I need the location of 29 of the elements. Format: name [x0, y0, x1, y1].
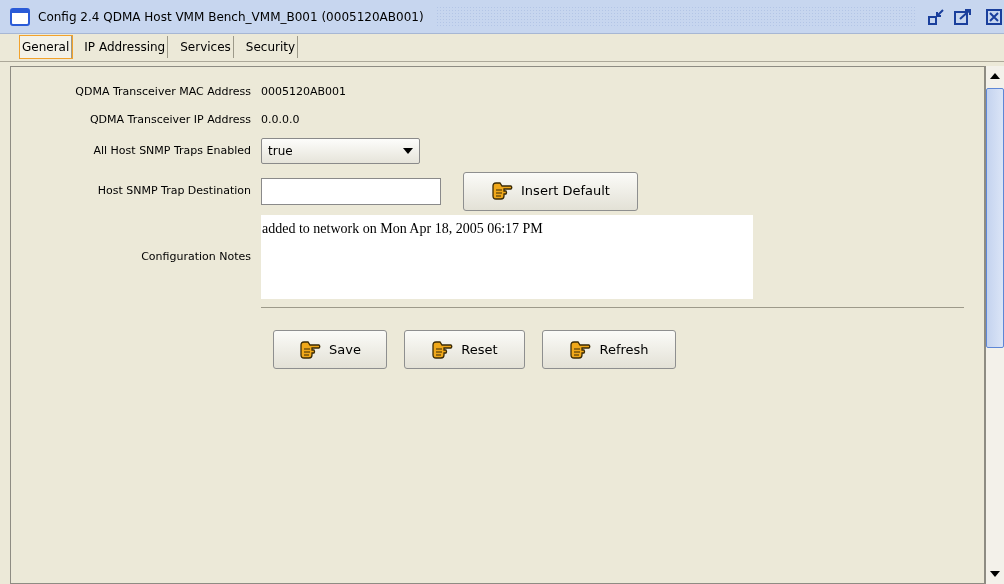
field-value: 0.0.0.0 — [261, 111, 300, 128]
pointing-hand-icon — [299, 339, 322, 360]
action-button[interactable]: Save — [273, 330, 387, 369]
dropdown[interactable]: true — [261, 138, 420, 164]
tab[interactable]: General — [20, 36, 73, 58]
pointing-hand-icon — [431, 339, 454, 360]
window-title: Config 2.4 QDMA Host VMM Bench_VMM_B001 (0005120AB001) — [38, 8, 424, 26]
input-field[interactable] — [261, 177, 441, 205]
field-label: Host SNMP Trap Destination — [96, 182, 252, 199]
tab[interactable]: Services — [178, 36, 234, 58]
window-icon — [10, 7, 30, 26]
dropdown-arrow-icon — [403, 148, 413, 154]
field-label: Configuration Notes — [140, 248, 252, 265]
action-button[interactable]: Insert Default — [463, 171, 638, 211]
notes-area[interactable]: added to network on Mon Apr 18, 2005 06:17 PM — [261, 215, 753, 299]
minimize-icon[interactable] — [928, 8, 946, 25]
tab[interactable]: Security — [243, 36, 299, 58]
action-button[interactable]: Refresh — [542, 330, 676, 369]
field-label: QDMA Transceiver IP Address — [88, 111, 252, 128]
pointing-hand-icon — [491, 181, 514, 201]
field-label: All Host SNMP Traps Enabled — [92, 142, 252, 159]
field-value: 0005120AB001 — [261, 83, 347, 100]
tab[interactable]: IP Addressing — [82, 36, 169, 58]
scrollbar[interactable] — [985, 66, 1004, 584]
pointing-hand-icon — [569, 339, 592, 360]
field-label: QDMA Transceiver MAC Address — [74, 83, 252, 100]
close-icon[interactable] — [986, 8, 1002, 25]
action-button[interactable]: Reset — [404, 330, 525, 369]
maximize-icon[interactable] — [954, 8, 972, 25]
